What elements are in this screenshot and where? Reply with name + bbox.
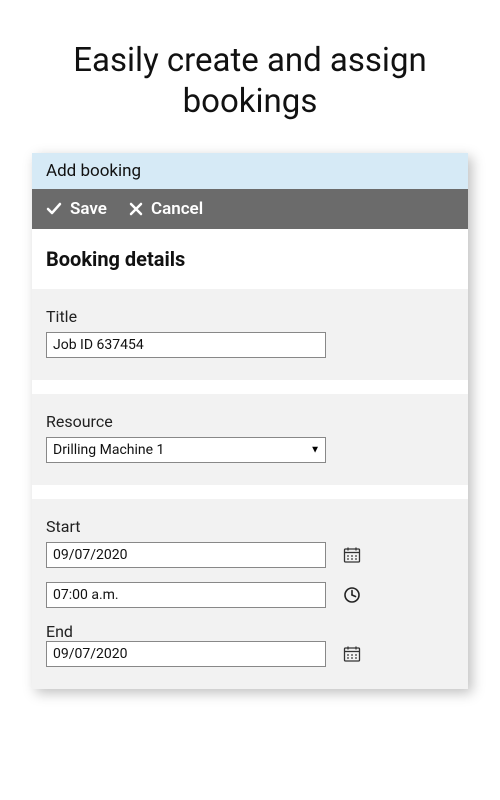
section-heading-area: Booking details — [32, 229, 468, 289]
save-button[interactable]: Save — [46, 199, 107, 219]
panel-toolbar: Save Cancel — [32, 189, 468, 229]
start-time-input[interactable] — [46, 582, 326, 608]
calendar-icon[interactable] — [342, 644, 362, 664]
start-date-row — [46, 542, 454, 568]
panel-titlebar: Add booking — [32, 153, 468, 189]
resource-section: Resource ▼ — [32, 394, 468, 485]
booking-panel: Add booking Save Cancel Booking details … — [32, 153, 468, 689]
resource-label: Resource — [46, 412, 454, 431]
clock-icon[interactable] — [342, 585, 362, 605]
section-gap — [32, 485, 468, 499]
resource-select-wrap: ▼ — [46, 437, 326, 463]
save-label: Save — [70, 199, 107, 219]
cancel-label: Cancel — [151, 199, 203, 219]
section-gap — [32, 380, 468, 394]
end-date-input[interactable] — [46, 641, 326, 667]
end-label: End — [46, 622, 73, 641]
close-icon — [129, 202, 143, 216]
start-date-input[interactable] — [46, 542, 326, 568]
start-time-row — [46, 582, 454, 608]
cancel-button[interactable]: Cancel — [129, 199, 203, 219]
datetime-section: Start — [32, 499, 468, 689]
page-heading: Easily create and assign bookings — [0, 0, 500, 153]
calendar-icon[interactable] — [342, 545, 362, 565]
title-section: Title — [32, 289, 468, 380]
resource-select[interactable] — [46, 437, 326, 463]
end-date-row — [46, 641, 454, 667]
title-label: Title — [46, 307, 454, 326]
start-label: Start — [46, 517, 454, 536]
title-input[interactable] — [46, 332, 326, 358]
check-icon — [46, 201, 62, 217]
section-heading: Booking details — [46, 247, 454, 271]
